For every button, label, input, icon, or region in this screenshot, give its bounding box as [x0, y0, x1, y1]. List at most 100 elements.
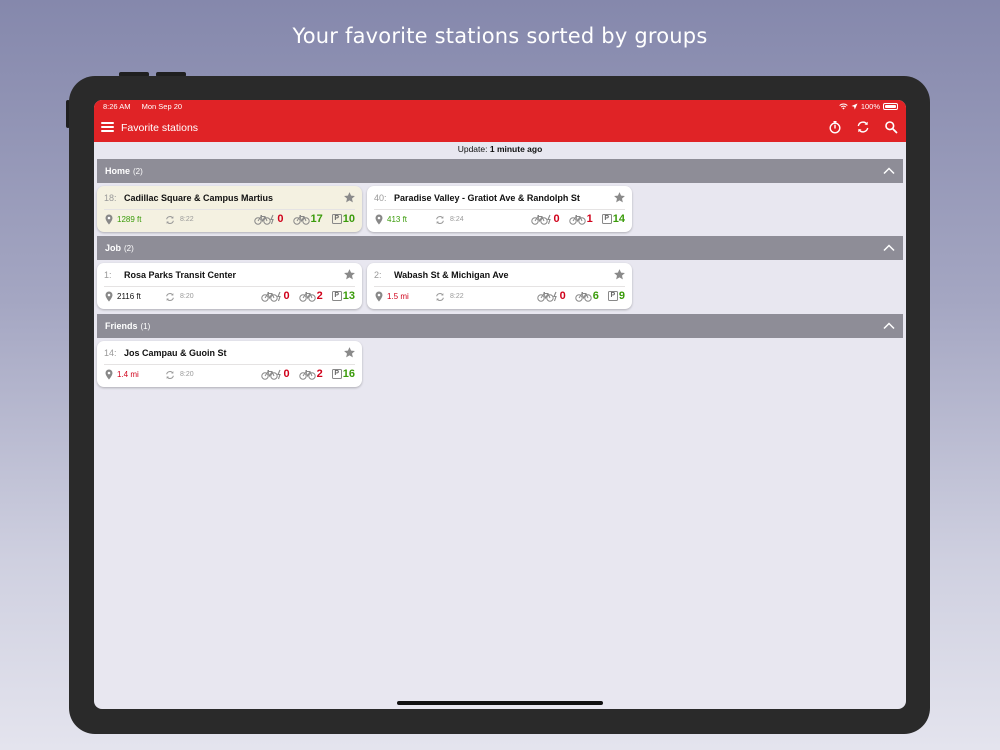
group-count: (1) [140, 322, 151, 331]
parking-icon: P [601, 214, 612, 224]
status-bar: 8:26 AM Mon Sep 20 [103, 102, 191, 111]
station-metrics: 0 2 P 13 [255, 290, 355, 302]
location-pin-icon [105, 214, 113, 225]
star-icon[interactable] [613, 191, 626, 204]
ebikes-available: 0 [260, 368, 290, 380]
card-divider [374, 286, 625, 287]
station-name: Paradise Valley - Gratiot Ave & Randolph… [394, 193, 580, 203]
chevron-up-icon[interactable] [883, 242, 895, 254]
station-number: 40: [374, 193, 387, 203]
ebikes-count: 0 [553, 213, 560, 225]
ebike-icon [530, 214, 551, 225]
bikes-count: 2 [316, 368, 323, 380]
stands-count: 10 [342, 213, 355, 225]
status-date: Mon Sep 20 [141, 102, 183, 111]
timer-icon[interactable] [828, 120, 842, 134]
card-divider [104, 209, 355, 210]
station-card[interactable]: 14: Jos Campau & Guoin St 1.4 mi 8:20 0 2 P 16 [97, 341, 362, 387]
status-time: 8:26 AM [103, 102, 131, 111]
location-arrow-icon [851, 103, 858, 110]
group-header-home[interactable]: Home (2) [97, 159, 903, 183]
search-icon[interactable] [884, 120, 898, 134]
chevron-up-icon[interactable] [883, 320, 895, 332]
station-update-time: 8:24 [450, 216, 464, 223]
station-name: Rosa Parks Transit Center [124, 270, 237, 280]
parking-icon: P [331, 291, 342, 301]
stands-count: 9 [618, 290, 625, 302]
home-indicator[interactable] [397, 701, 603, 705]
parking-icon: P [331, 214, 342, 224]
ebikes-count: 0 [283, 290, 290, 302]
ebikes-count: 0 [559, 290, 566, 302]
bikes-count: 6 [592, 290, 599, 302]
battery-percent: 100% [860, 102, 880, 111]
station-card[interactable]: 1: Rosa Parks Transit Center 2116 ft 8:20 0 2… [97, 263, 362, 309]
station-card[interactable]: 18: Cadillac Square & Campus Martius 1289 … [97, 186, 362, 232]
ebike-icon [260, 369, 281, 380]
location-pin-icon [105, 291, 113, 302]
refresh-icon[interactable] [856, 120, 870, 134]
group-name: Home (2) [105, 166, 143, 176]
group-header-friends[interactable]: Friends (1) [97, 314, 903, 338]
parking-icon: P [331, 369, 342, 379]
group-count: (2) [133, 167, 143, 176]
bikes-available: 6 [575, 290, 599, 302]
station-metrics: 0 1 P 14 [525, 213, 625, 225]
update-value: 1 minute ago [489, 144, 543, 154]
bikes-available: 2 [298, 290, 323, 302]
app-bar: 8:26 AM Mon Sep 20 100% Favorite station… [94, 100, 906, 142]
update-time-icon [166, 293, 174, 301]
stands-available: P 13 [331, 290, 355, 302]
card-divider [374, 209, 625, 210]
stands-available: P 10 [331, 213, 355, 225]
star-icon[interactable] [343, 346, 356, 359]
ebikes-count: 0 [283, 368, 290, 380]
station-update-time: 8:22 [180, 216, 194, 223]
station-name: Jos Campau & Guoin St [124, 348, 227, 358]
station-update-time: 8:22 [450, 293, 464, 300]
battery-icon [883, 103, 898, 110]
group-title: Job [105, 243, 122, 253]
location-pin-icon [105, 369, 113, 380]
station-number: 1: [104, 270, 112, 280]
page-title: Favorite stations [121, 122, 199, 134]
bike-icon [292, 214, 310, 225]
station-number: 18: [104, 193, 117, 203]
bikes-count: 1 [586, 213, 593, 225]
stands-count: 14 [612, 213, 625, 225]
station-card[interactable]: 2: Wabash St & Michigan Ave 1.5 mi 8:22 0 6 P 9 [367, 263, 632, 309]
group-count: (2) [124, 244, 134, 253]
star-icon[interactable] [613, 268, 626, 281]
update-time-icon [436, 293, 444, 301]
station-number: 2: [374, 270, 382, 280]
station-number: 14: [104, 348, 117, 358]
bikes-available: 1 [568, 213, 593, 225]
group-name: Friends (1) [105, 321, 150, 331]
bike-icon [575, 291, 592, 302]
group-header-job[interactable]: Job (2) [97, 236, 903, 260]
card-divider [104, 364, 355, 365]
station-distance: 1.5 mi [387, 292, 409, 301]
ebikes-count: 0 [277, 213, 284, 225]
stands-available: P9 [607, 290, 625, 302]
ebikes-available: 0 [260, 290, 290, 302]
menu-icon[interactable] [101, 122, 114, 132]
station-card[interactable]: 40: Paradise Valley - Gratiot Ave & Rando… [367, 186, 632, 232]
star-icon[interactable] [343, 191, 356, 204]
station-metrics: 0 6 P9 [531, 290, 625, 302]
ebike-icon [260, 291, 281, 302]
status-indicators: 100% [839, 102, 898, 111]
group-name: Job (2) [105, 243, 134, 253]
chevron-up-icon[interactable] [883, 165, 895, 177]
station-update-time: 8:20 [180, 371, 194, 378]
ebike-icon [254, 214, 275, 225]
bike-icon [568, 214, 586, 225]
stands-count: 13 [342, 290, 355, 302]
stands-available: P 14 [601, 213, 625, 225]
stands-count: 16 [342, 368, 355, 380]
stands-available: P 16 [331, 368, 355, 380]
bikes-count: 2 [316, 290, 323, 302]
update-time-icon [166, 371, 174, 379]
star-icon[interactable] [343, 268, 356, 281]
app-bar-actions [828, 120, 898, 134]
